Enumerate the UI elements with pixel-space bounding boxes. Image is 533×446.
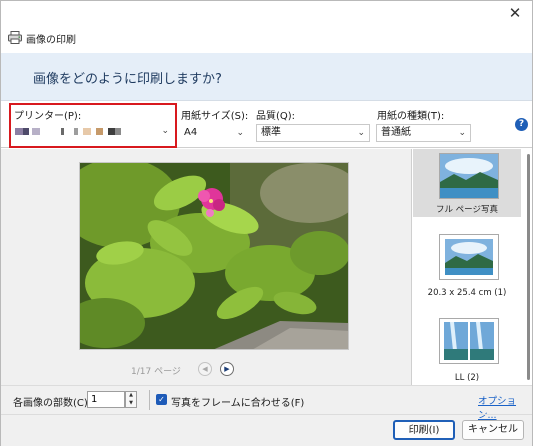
layout-item-ll[interactable]: LL (2)	[413, 315, 521, 385]
layout-caption: LL (2)	[454, 373, 480, 383]
print-pictures-dialog: ✕ 画像の印刷 画像をどのように印刷しますか? プリンター(P): ⌄ 用紙サイ…	[0, 0, 533, 446]
increment-icon[interactable]: ▲	[126, 392, 136, 400]
quality-dropdown[interactable]: 標準 ⌄	[256, 124, 370, 142]
paper-size-value: A4	[184, 127, 198, 138]
paper-size-dropdown[interactable]: A4 ⌄	[179, 124, 249, 142]
preview-photo	[79, 162, 349, 350]
obscured-printer-name	[15, 128, 23, 135]
previous-page-button[interactable]: ◀	[198, 362, 212, 376]
window-title: 画像の印刷	[26, 35, 76, 46]
chevron-down-icon: ⌄	[357, 128, 365, 138]
layout-item-8x10[interactable]: 20.3 x 25.4 cm (1)	[413, 231, 521, 303]
print-question: 画像をどのように印刷しますか?	[33, 72, 222, 87]
printer-label: プリンター(P):	[14, 111, 82, 122]
copies-input[interactable]	[87, 391, 125, 408]
layout-scrollbar[interactable]	[527, 154, 530, 380]
page-indicator: 1/17 ページ	[131, 367, 181, 377]
8x10-thumbnail	[439, 234, 499, 280]
chevron-down-icon: ⌄	[458, 128, 466, 138]
printer-dropdown[interactable]: ⌄	[13, 124, 173, 142]
divider	[149, 390, 150, 410]
printer-icon	[8, 31, 22, 44]
help-icon[interactable]: ?	[515, 118, 528, 131]
ll-thumbnail	[439, 318, 499, 364]
copies-label: 各画像の部数(C):	[13, 398, 92, 409]
chevron-down-icon: ⌄	[161, 126, 169, 136]
next-page-button[interactable]: ▶	[220, 362, 234, 376]
paper-type-dropdown[interactable]: 普通紙 ⌄	[376, 124, 471, 142]
quality-label: 品質(Q):	[256, 111, 296, 122]
header-band: 画像をどのように印刷しますか?	[1, 53, 532, 101]
fit-to-frame-label[interactable]: 写真をフレームに合わせる(F)	[171, 394, 304, 409]
close-button[interactable]: ✕	[504, 4, 526, 24]
title-bar: ✕ 画像の印刷	[1, 1, 532, 53]
paper-type-value: 普通紙	[381, 127, 411, 138]
options-link[interactable]: オプション...	[478, 393, 532, 421]
paper-type-label: 用紙の種類(T):	[377, 111, 445, 122]
quality-value: 標準	[261, 127, 281, 138]
layout-panel: フル ページ写真 20.3 x 25.4 cm (1) LL (2)	[411, 149, 532, 385]
layout-item-full-page[interactable]: フル ページ写真	[413, 149, 521, 217]
divider	[1, 414, 532, 415]
paper-size-label: 用紙サイズ(S):	[181, 111, 249, 122]
layout-caption: フル ページ写真	[435, 205, 499, 215]
full-page-thumbnail	[439, 153, 499, 199]
print-button[interactable]: 印刷(I)	[393, 420, 455, 440]
copies-stepper[interactable]: ▲ ▼	[125, 391, 137, 408]
flower-photo-image	[80, 163, 348, 349]
cancel-button[interactable]: キャンセル	[462, 420, 524, 440]
fit-to-frame-checkbox[interactable]: ✓	[156, 394, 167, 405]
decrement-icon[interactable]: ▼	[126, 400, 136, 408]
layout-caption: 20.3 x 25.4 cm (1)	[427, 288, 507, 298]
chevron-down-icon: ⌄	[236, 128, 244, 138]
